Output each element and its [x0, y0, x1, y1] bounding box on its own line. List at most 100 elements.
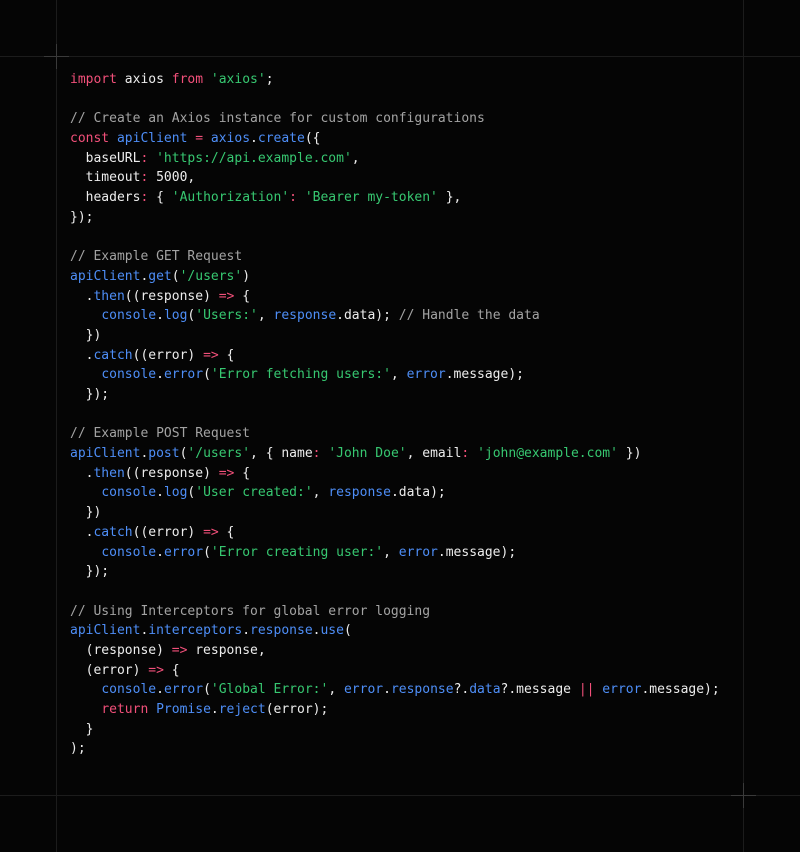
code-canvas: import axios from 'axios'; // Create an …: [0, 0, 800, 852]
code-token: '/users': [179, 268, 243, 284]
code-line: const apiClient = axios.create({: [70, 129, 720, 149]
code-token: error: [163, 367, 204, 383]
code-token: 'John Doe': [328, 446, 407, 462]
code-token: log: [163, 485, 188, 501]
crosshair-bottom-right-icon: [731, 783, 756, 808]
code-token: (: [203, 544, 211, 560]
code-token: ,: [390, 367, 407, 383]
code-line: // Example POST Request: [70, 424, 720, 444]
code-token: , email: [406, 446, 462, 462]
code-token: (: [203, 682, 211, 698]
code-token: 'Bearer my-token': [304, 190, 438, 206]
code-token: {: [148, 190, 172, 206]
code-token: reject: [218, 702, 266, 717]
code-token: 'User created:': [195, 485, 313, 501]
code-token: , { name: [250, 446, 313, 462]
code-token: ): [242, 268, 251, 284]
code-token: ((response): [124, 465, 219, 481]
code-token: ?.message: [500, 682, 579, 698]
code-token: .message);: [445, 367, 524, 383]
code-token: import: [70, 72, 117, 87]
code-token: .: [156, 544, 164, 560]
code-token: error: [163, 544, 204, 560]
code-token: 'john@example.com': [477, 446, 618, 462]
code-token: ((error): [132, 347, 204, 363]
code-token: =>: [203, 347, 219, 363]
code-token: response: [390, 682, 454, 698]
code-token: .: [70, 524, 94, 540]
code-token: post: [148, 446, 180, 462]
code-token: },: [437, 190, 462, 206]
code-token: get: [148, 268, 172, 284]
code-token: {: [234, 465, 251, 481]
code-token: ,: [312, 485, 329, 501]
code-token: }): [70, 327, 102, 343]
code-token: apiClient: [116, 131, 188, 147]
code-token: ((response): [124, 288, 219, 304]
code-token: ||: [578, 682, 595, 698]
code-token: console: [101, 308, 157, 324]
code-token: =>: [218, 288, 235, 304]
code-line: console.log('Users:', response.data); //…: [70, 306, 720, 326]
code-token: 'Authorization': [171, 190, 290, 206]
code-token: .: [156, 367, 164, 383]
code-token: apiClient: [70, 623, 141, 639]
code-token: axios: [116, 72, 172, 87]
code-token: {: [218, 347, 235, 363]
code-block: import axios from 'axios'; // Create an …: [70, 70, 720, 759]
code-token: // Handle the data: [398, 308, 540, 324]
code-line: });: [70, 208, 720, 228]
code-token: });: [70, 564, 110, 580]
code-token: ,: [383, 544, 399, 560]
code-token: :: [289, 190, 297, 206]
code-token: .: [383, 682, 391, 698]
code-line: // Example GET Request: [70, 247, 720, 267]
code-token: ({: [304, 131, 321, 147]
code-line: console.error('Error creating user:', er…: [70, 543, 720, 563]
code-token: const: [70, 131, 110, 147]
code-line: (error) => {: [70, 661, 720, 681]
code-token: .data);: [336, 308, 399, 324]
code-line: apiClient.interceptors.response.use(: [70, 621, 720, 641]
code-token: ,: [257, 308, 274, 324]
code-token: {: [218, 524, 235, 540]
code-token: =>: [218, 465, 235, 481]
guide-line-left: [56, 0, 57, 852]
code-token: );: [70, 741, 86, 757]
code-line: });: [70, 562, 720, 582]
code-token: });: [70, 209, 94, 225]
code-token: error: [602, 682, 642, 698]
crosshair-top-left-icon: [44, 44, 69, 69]
code-token: {: [163, 662, 180, 678]
code-token: .: [242, 623, 251, 639]
code-token: 'Users:': [195, 308, 258, 324]
code-token: .: [156, 485, 164, 501]
code-token: console: [101, 485, 157, 501]
code-token: console: [101, 544, 157, 560]
code-line: });: [70, 385, 720, 405]
code-token: data: [469, 682, 501, 698]
code-token: create: [257, 131, 305, 147]
code-line: .catch((error) => {: [70, 346, 720, 366]
code-token: .: [70, 347, 94, 363]
code-token: .: [156, 308, 164, 324]
code-token: .: [210, 702, 219, 717]
code-line: (response) => response,: [70, 641, 720, 661]
code-token: '/users': [187, 446, 251, 462]
code-token: }): [70, 505, 102, 521]
code-token: .: [250, 131, 258, 147]
code-token: (error): [70, 662, 149, 678]
code-line: baseURL: 'https://api.example.com',: [70, 149, 720, 169]
code-token: response,: [187, 642, 266, 658]
code-token: from: [171, 72, 204, 87]
